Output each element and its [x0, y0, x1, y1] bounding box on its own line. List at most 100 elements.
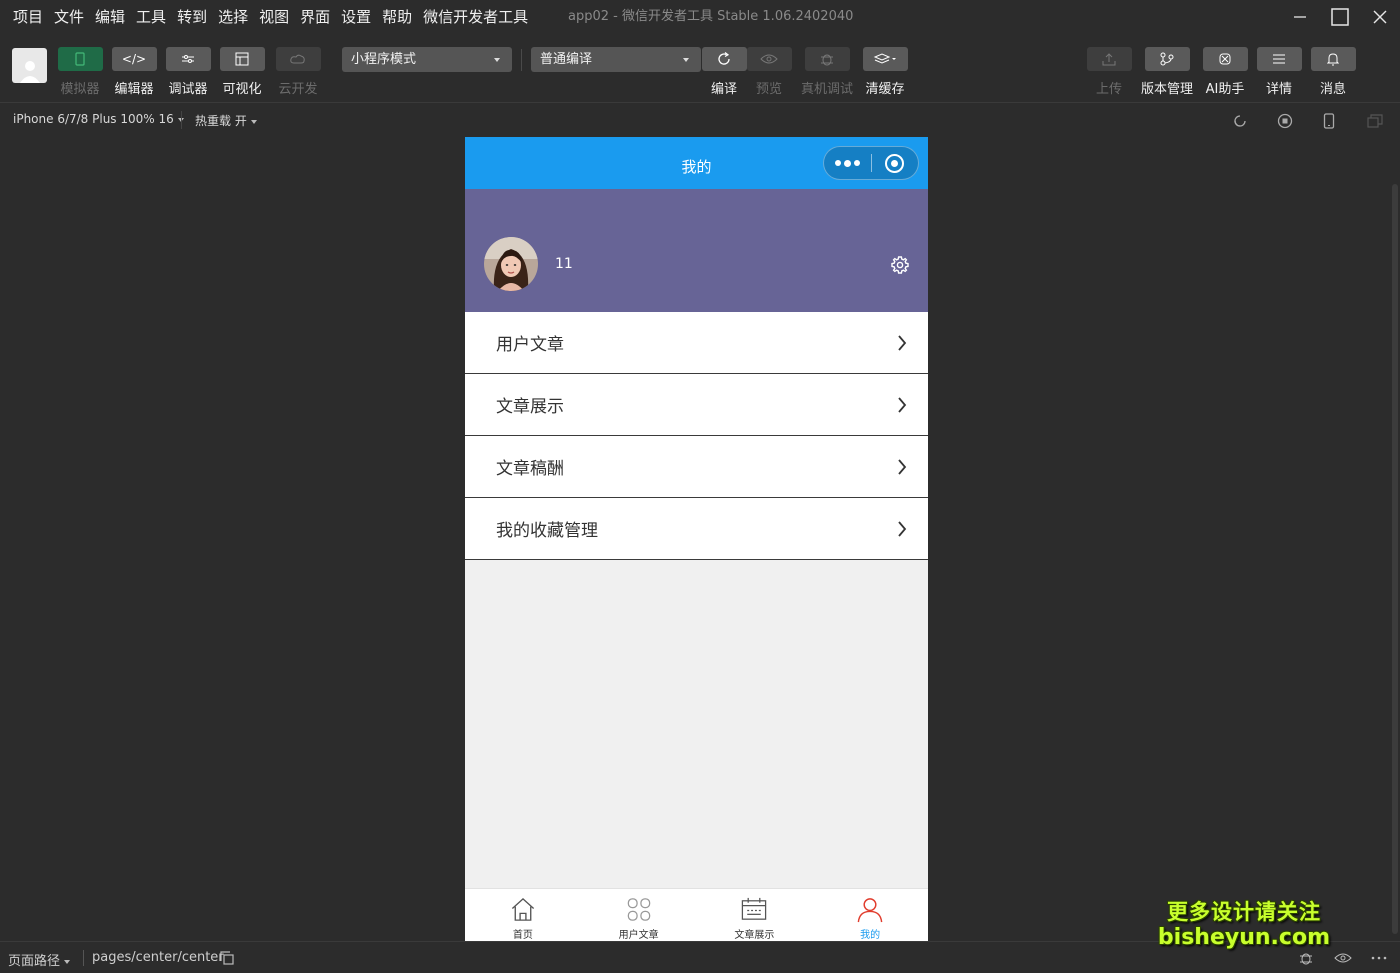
clear-cache-tool[interactable]: 清缓存 — [862, 47, 908, 97]
tab-bar: 首页 用户文章 文章展示 我的 — [465, 888, 928, 941]
tab-article-display[interactable]: 文章展示 — [697, 889, 813, 941]
menu-lines-icon — [1256, 47, 1302, 71]
menu-row-label: 文章稿酬 — [496, 459, 564, 479]
minimize-button[interactable] — [1280, 0, 1320, 34]
watermark-line2: bisheyun.com — [1157, 925, 1330, 950]
toolbar-divider — [521, 49, 522, 71]
tab-mine[interactable]: 我的 — [812, 889, 928, 941]
device-icon[interactable] — [1320, 112, 1338, 130]
eye-icon — [746, 47, 792, 71]
grid-icon — [627, 898, 650, 921]
menu-file[interactable]: 文件 — [54, 0, 84, 34]
layout-icon — [219, 47, 265, 71]
messages-label: 消息 — [1319, 82, 1346, 97]
menu-row-label: 用户文章 — [496, 335, 564, 355]
refresh-icon — [701, 47, 747, 71]
chevron-down-icon — [250, 119, 257, 124]
more-dots-icon — [834, 159, 860, 167]
cloud-icon — [275, 47, 321, 71]
watermark: 更多设计请关注 bisheyun.com — [1158, 899, 1330, 951]
minimize-icon — [1294, 16, 1306, 18]
compile-tool[interactable]: 编译 — [701, 47, 747, 97]
menu-select[interactable]: 选择 — [218, 0, 248, 34]
menu-settings[interactable]: 设置 — [341, 0, 371, 34]
detach-window-icon[interactable] — [1366, 112, 1384, 130]
user-icon — [857, 898, 883, 923]
workspace-scrollbar[interactable] — [1392, 184, 1398, 934]
layers-icon — [862, 47, 908, 71]
cloud-label: 云开发 — [278, 82, 318, 97]
maximize-button[interactable] — [1320, 0, 1360, 34]
page-path-label: 页面路径 — [8, 954, 61, 969]
page-path-select[interactable]: 页面路径 — [8, 950, 71, 969]
menu-goto[interactable]: 转到 — [177, 0, 207, 34]
debugger-tool[interactable]: 调试器 — [165, 47, 211, 97]
real-debug-tool[interactable]: 真机调试 — [801, 47, 853, 97]
target-icon — [885, 153, 905, 173]
gear-icon — [891, 256, 909, 274]
device-bar: iPhone 6/7/8 Plus 100% 16 热重载 开 — [0, 102, 1400, 136]
simulator-tool[interactable]: 模拟器 — [57, 47, 103, 97]
bug-icon — [804, 47, 850, 71]
editor-tool[interactable]: </> 编辑器 — [111, 47, 157, 97]
chevron-right-icon — [898, 459, 907, 475]
preview-tool[interactable]: 预览 — [746, 47, 792, 97]
maximize-icon — [1331, 8, 1349, 26]
tab-label: 我的 — [860, 930, 881, 941]
menu-row-article-display[interactable]: 文章展示 — [465, 374, 928, 436]
upload-label: 上传 — [1095, 82, 1122, 97]
editor-label: 编辑器 — [114, 82, 154, 97]
menu-interface[interactable]: 界面 — [300, 0, 330, 34]
mode-select[interactable]: 小程序模式 — [342, 47, 512, 72]
menu-edit[interactable]: 编辑 — [95, 0, 125, 34]
version-tool[interactable]: 版本管理 — [1141, 47, 1193, 97]
settings-gear-button[interactable] — [890, 255, 910, 275]
tab-home[interactable]: 首页 — [465, 889, 581, 941]
messages-tool[interactable]: 消息 — [1310, 47, 1356, 97]
rotate-icon[interactable] — [1231, 112, 1249, 130]
close-icon — [1373, 10, 1387, 24]
bell-icon — [1310, 47, 1356, 71]
menu-project[interactable]: 项目 — [13, 0, 43, 34]
preview-label: 预览 — [755, 82, 782, 97]
user-avatar-button[interactable] — [12, 48, 47, 83]
menu-tools[interactable]: 工具 — [136, 0, 166, 34]
cloud-tool[interactable]: 云开发 — [275, 47, 321, 97]
window-title: app02 - 微信开发者工具 Stable 1.06.2402040 — [568, 9, 854, 24]
chevron-down-icon — [64, 959, 71, 964]
profile-header: 11 — [465, 189, 928, 312]
menu-row-my-favorites[interactable]: 我的收藏管理 — [465, 498, 928, 560]
more-icon[interactable] — [1370, 950, 1388, 966]
chevron-down-icon — [494, 58, 500, 62]
record-icon[interactable] — [1276, 112, 1294, 130]
hot-reload-select[interactable]: 热重载 开 — [195, 112, 257, 129]
bug-icon[interactable] — [1297, 950, 1315, 966]
menu-row-user-articles[interactable]: 用户文章 — [465, 312, 928, 374]
device-select-value: iPhone 6/7/8 Plus 100% 16 — [13, 112, 174, 126]
clear-cache-label: 清缓存 — [865, 82, 905, 97]
copy-icon[interactable] — [218, 950, 236, 966]
avatar[interactable] — [484, 237, 538, 291]
compile-select[interactable]: 普通编译 — [531, 47, 701, 72]
menu-items: 项目 文件 编辑 工具 转到 选择 视图 界面 设置 帮助 微信开发者工具 — [0, 0, 539, 34]
toolbar: 模拟器 </> 编辑器 调试器 可视化 云开发 小程序模式 普通编译 编译 预览… — [0, 34, 1400, 102]
upload-tool[interactable]: 上传 — [1086, 47, 1132, 97]
visual-tool[interactable]: 可视化 — [219, 47, 265, 97]
watermark-line1: 更多设计请关注 — [1166, 900, 1321, 924]
menu-help[interactable]: 帮助 — [382, 0, 412, 34]
phone-icon — [57, 47, 103, 71]
menu-wechat-devtools[interactable]: 微信开发者工具 — [423, 0, 528, 34]
chevron-right-icon — [898, 521, 907, 537]
details-tool[interactable]: 详情 — [1256, 47, 1302, 97]
close-button[interactable] — [1360, 0, 1400, 34]
device-select[interactable]: iPhone 6/7/8 Plus 100% 16 — [13, 112, 184, 126]
menu-view[interactable]: 视图 — [259, 0, 289, 34]
tab-user-articles[interactable]: 用户文章 — [581, 889, 697, 941]
eye-icon[interactable] — [1334, 950, 1352, 966]
debugger-label: 调试器 — [168, 82, 208, 97]
home-icon — [511, 897, 534, 921]
close-mini-program-button[interactable] — [872, 147, 919, 179]
menu-row-article-payment[interactable]: 文章稿酬 — [465, 436, 928, 498]
ai-tool[interactable]: AI助手 — [1202, 47, 1248, 97]
more-button[interactable] — [824, 147, 871, 179]
